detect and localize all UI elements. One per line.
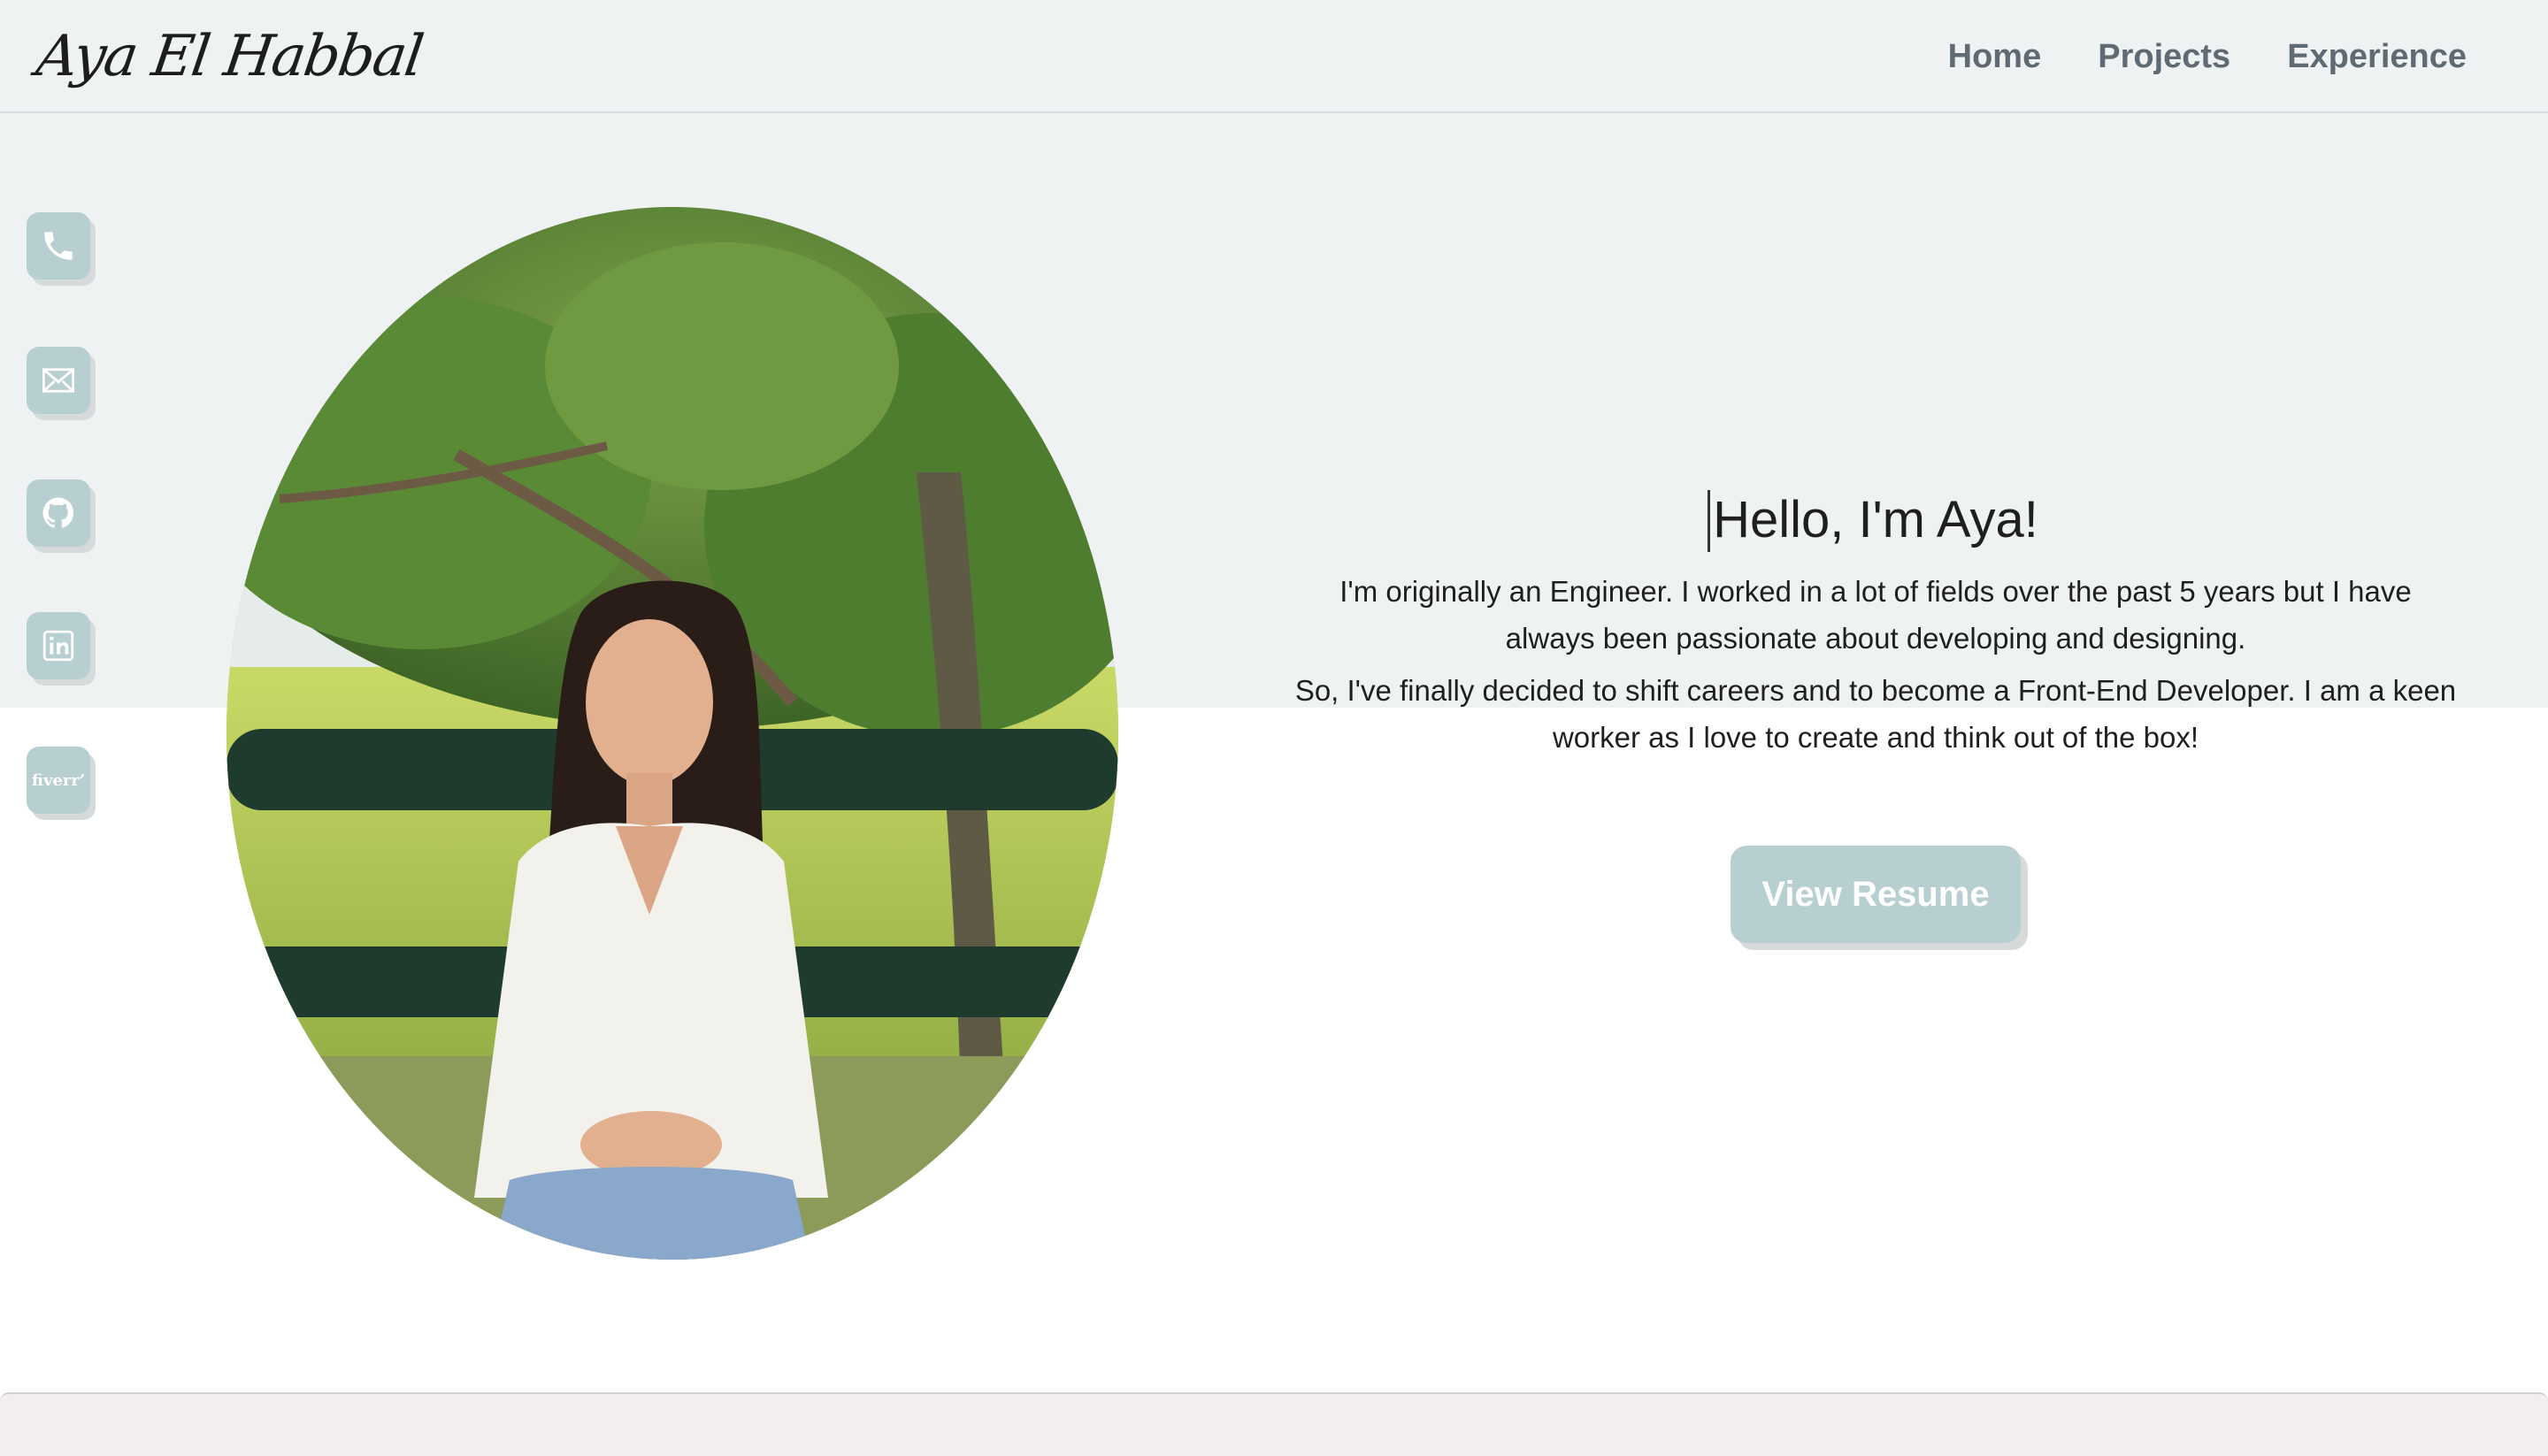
fiverr-mark: ’ (79, 770, 86, 790)
linkedin-icon (42, 630, 74, 662)
nav-home[interactable]: Home (1948, 38, 2042, 76)
next-section-edge (0, 1392, 2548, 1456)
fiverr-button[interactable]: fiverr’ (27, 747, 90, 814)
mail-icon (42, 368, 75, 393)
profile-photo (226, 207, 1118, 1260)
hero-paragraph-2: So, I've finally decided to shift career… (1294, 674, 2457, 754)
github-button[interactable] (27, 479, 90, 547)
fiverr-icon: fiverr (31, 770, 80, 790)
hero-title-text: Hello, I'm Aya! (1713, 491, 2038, 548)
phone-button[interactable] (27, 212, 90, 280)
hero-title: Hello, I'm Aya! (1708, 478, 2038, 563)
nav-links: Home Projects Experience (1948, 0, 2467, 113)
linkedin-button[interactable] (27, 612, 90, 679)
github-icon (42, 497, 73, 528)
text-cursor (1708, 490, 1711, 552)
view-resume-button[interactable]: View Resume (1731, 846, 2021, 943)
email-button[interactable] (27, 347, 90, 414)
nav-projects[interactable]: Projects (2098, 38, 2230, 76)
hero-paragraph-1: I'm originally an Engineer. I worked in … (1339, 575, 2412, 655)
phone-icon (44, 232, 73, 260)
navbar: Aya El Habbal Home Projects Experience (0, 0, 2548, 113)
nav-experience[interactable]: Experience (2287, 38, 2467, 76)
hero-section: Hello, I'm Aya! I'm originally an Engine… (1292, 478, 2460, 761)
brand-logo[interactable]: Aya El Habbal (31, 12, 427, 101)
